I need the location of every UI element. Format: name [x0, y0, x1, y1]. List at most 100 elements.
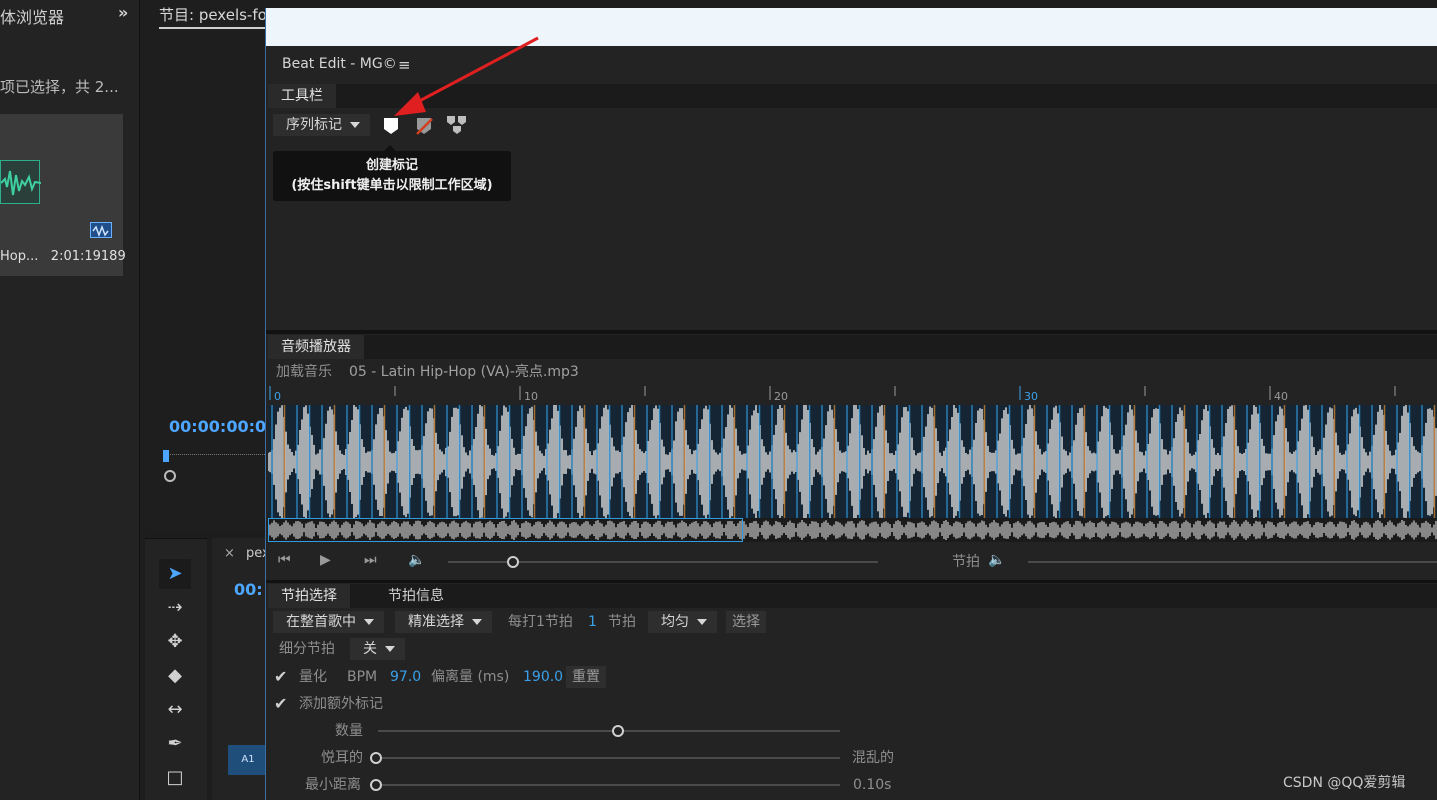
min-distance-value: 0.10s — [853, 777, 892, 793]
chevron-down-icon — [385, 646, 395, 652]
extra-markers-label: 添加额外标记 — [299, 696, 383, 712]
ruler-label: 30 — [1024, 390, 1038, 403]
timeline-timecode[interactable]: 00: — [234, 580, 263, 599]
quantize-label: 量化 — [299, 669, 327, 685]
min-distance-slider-track[interactable] — [376, 784, 840, 786]
overview-selection-window[interactable] — [268, 518, 743, 542]
waveform-path — [268, 405, 1437, 519]
volume-slider-knob[interactable] — [506, 556, 519, 568]
program-monitor: 节目: pexels-fot 00:00:00:00 — [145, 0, 277, 530]
section-divider — [266, 330, 1437, 334]
close-tab-icon[interactable]: × — [224, 546, 235, 561]
scope-dropdown[interactable]: 在整首歌中 — [273, 611, 384, 633]
tooltip-title: 创建标记 — [365, 158, 418, 173]
audio-file-name: 05 - Latin Hip-Hop (VA)-亮点.mp3 — [349, 364, 579, 380]
bpm-label: BPM — [347, 669, 378, 685]
beat-sound-label: 节拍 — [952, 554, 980, 570]
beat-volume-slider-track[interactable] — [1028, 561, 1437, 563]
section-divider — [266, 580, 1437, 583]
ruler-label: 10 — [524, 390, 538, 403]
pleasant-chaotic-slider-knob[interactable] — [370, 752, 382, 764]
selection-info: 项已选择，共 2... — [0, 78, 119, 96]
chevron-down-icon — [472, 619, 482, 625]
reset-button[interactable]: 重置 — [566, 666, 606, 688]
ruler-label: 20 — [774, 390, 788, 403]
distribution-dropdown[interactable]: 均匀 — [648, 611, 717, 633]
audio-waveform[interactable] — [268, 405, 1437, 519]
pleasant-label: 悦耳的 — [321, 750, 363, 766]
panel-overflow-icon[interactable]: » — [118, 3, 128, 22]
amount-label: 数量 — [335, 723, 363, 739]
min-distance-label: 最小距离 — [305, 777, 361, 793]
program-timecode[interactable]: 00:00:00:00 — [169, 417, 277, 436]
ruler-label: 40 — [1274, 390, 1288, 403]
subdivision-label: 细分节拍 — [279, 641, 335, 657]
audio-section-header: 音频播放器 — [268, 335, 1437, 359]
zoom-handle[interactable] — [164, 470, 176, 482]
active-tab-underline — [159, 27, 269, 29]
amount-slider-track[interactable] — [378, 730, 840, 732]
annotation-arrow-icon — [394, 36, 539, 116]
program-scrub-ruler[interactable] — [165, 454, 275, 462]
play-icon[interactable]: ▶ — [320, 552, 331, 568]
sequence-markers-label: 序列标记 — [286, 117, 342, 133]
rectangle-tool-icon[interactable]: □ — [159, 763, 191, 793]
watermark: CSDN @QQ爱剪辑 — [1283, 775, 1406, 791]
mode-dropdown-label: 精准选择 — [408, 614, 464, 630]
extra-markers-checkbox[interactable]: ✔ — [274, 694, 287, 713]
app-root: 体浏览器 » 项已选择，共 2... Hop... 2:01:19189 节目:… — [0, 0, 1437, 800]
amount-slider-knob[interactable] — [612, 725, 625, 737]
track-select-tool-icon[interactable]: ⇢ — [159, 593, 191, 623]
clip-thumbnail[interactable]: Hop... 2:01:19189 — [0, 114, 126, 276]
mode-dropdown[interactable]: 精准选择 — [395, 611, 492, 633]
audio-clip-badge-icon — [90, 222, 112, 238]
timeline-panel: × pex 00: A1 — [212, 538, 272, 800]
ripple-edit-tool-icon[interactable]: ✥ — [159, 627, 191, 657]
offset-value[interactable]: 190.0 — [523, 666, 563, 688]
tooltip-hint: (按住shift键单击以限制工作区域) — [291, 178, 493, 193]
playhead-icon[interactable] — [163, 450, 169, 462]
clip-duration: 2:01:19189 — [50, 249, 126, 264]
razor-tool-icon[interactable]: ◆ — [159, 661, 191, 691]
every-beat-value[interactable]: 1 — [588, 611, 597, 633]
sequence-markers-dropdown[interactable]: 序列标记 — [273, 114, 370, 136]
distribution-dropdown-label: 均匀 — [661, 614, 689, 630]
selection-tool-icon[interactable]: ➤ — [159, 559, 191, 589]
beat-section-header: 节拍选择 节拍信息 — [268, 584, 1437, 608]
chaotic-label: 混乱的 — [852, 750, 894, 766]
track-a1-label[interactable]: A1 — [228, 745, 268, 775]
tab-beat-selection[interactable]: 节拍选择 — [268, 584, 350, 608]
clip-caption: Hop... 2:01:19189 — [0, 249, 126, 264]
quantize-checkbox[interactable]: ✔ — [274, 667, 287, 686]
program-monitor-tab[interactable]: 节目: pexels-fot — [159, 4, 273, 25]
pen-tool-icon[interactable]: ✒ — [159, 729, 191, 759]
load-music-button[interactable]: 加载音乐 — [276, 361, 332, 383]
bpm-value[interactable]: 97.0 — [390, 666, 421, 688]
offset-label: 偏离量 (ms) — [431, 669, 510, 685]
chevron-down-icon — [350, 122, 360, 128]
slip-tool-icon[interactable]: ↔ — [159, 695, 191, 725]
subdivision-dropdown[interactable]: 关 — [350, 638, 405, 660]
min-distance-slider-knob[interactable] — [370, 779, 382, 791]
select-button[interactable]: 选择 — [726, 611, 766, 633]
time-ruler[interactable]: 0 10 20 30 40 — [268, 386, 1437, 404]
scope-dropdown-label: 在整首歌中 — [286, 614, 356, 630]
pleasant-chaotic-slider-track[interactable] — [376, 757, 840, 759]
tools-panel: ➤ ⇢ ✥ ◆ ↔ ✒ □ — [145, 538, 207, 800]
go-to-end-icon[interactable]: ⏭ — [364, 552, 377, 568]
tab-beat-info[interactable]: 节拍信息 — [375, 584, 457, 608]
tab-audio-player[interactable]: 音频播放器 — [268, 335, 364, 359]
clip-name: Hop... — [0, 249, 39, 264]
tab-toolbar[interactable]: 工具栏 — [268, 84, 336, 108]
beat-word-label: 节拍 — [608, 614, 636, 630]
go-to-start-icon[interactable]: ⏮ — [278, 552, 291, 568]
ruler-label: 0 — [274, 390, 281, 403]
media-browser-title: 体浏览器 — [0, 8, 65, 27]
audio-waveform-thumbnail — [0, 160, 42, 204]
media-browser-panel: 体浏览器 » 项已选择，共 2... Hop... 2:01:19189 — [0, 0, 140, 800]
subdivision-dropdown-label: 关 — [363, 641, 377, 657]
beat-volume-icon[interactable]: 🔈 — [988, 552, 1005, 568]
create-marker-tooltip: 创建标记 (按住shift键单击以限制工作区域) — [273, 151, 511, 201]
volume-icon[interactable]: 🔈 — [408, 552, 425, 568]
chevron-down-icon — [697, 619, 707, 625]
